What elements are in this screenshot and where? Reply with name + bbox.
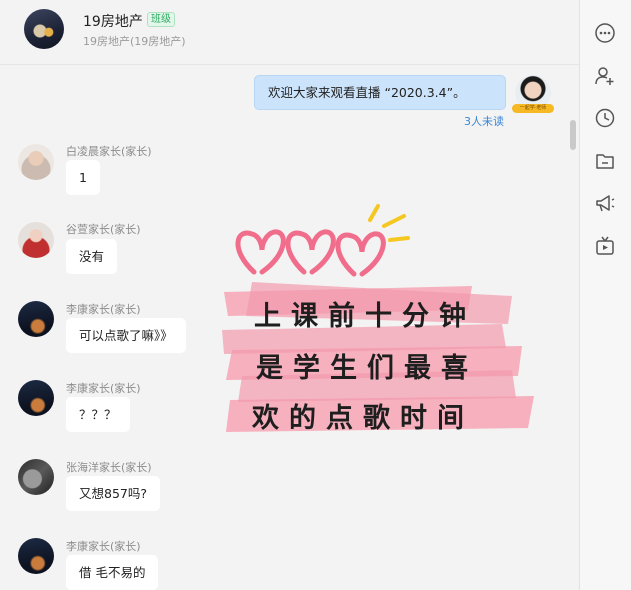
message-bubble[interactable]: 没有 bbox=[66, 239, 118, 274]
group-avatar[interactable] bbox=[24, 9, 64, 49]
sender-name: 李康家长(家长) bbox=[66, 303, 141, 316]
sender-name: 白凌晨家长(家长) bbox=[66, 145, 152, 158]
sticker-text-line: 欢的点歌时间 bbox=[252, 403, 474, 434]
sticker-text-line: 是学生们最喜 bbox=[256, 353, 478, 384]
unread-count-link[interactable]: 3人未读 bbox=[464, 113, 504, 129]
sent-message-bubble[interactable]: 欢迎大家来观看直播 “2020.3.4”。 bbox=[254, 75, 506, 110]
sender-name: 张海洋家长(家长) bbox=[66, 461, 152, 474]
sticker-text-line: 上课前十分钟 bbox=[254, 301, 476, 332]
announcement-icon[interactable] bbox=[594, 192, 616, 214]
message-bubble[interactable]: 1 bbox=[66, 160, 100, 195]
right-sidebar bbox=[579, 0, 631, 590]
chat-scrollbar[interactable] bbox=[570, 120, 576, 150]
add-member-icon[interactable] bbox=[594, 65, 616, 87]
more-icon[interactable] bbox=[594, 22, 616, 44]
avatar[interactable] bbox=[18, 301, 54, 337]
group-subtitle: 19房地产(19房地产) bbox=[83, 35, 186, 48]
message-bubble[interactable]: 可以点歌了嘛》》 bbox=[66, 318, 186, 353]
sender-name: 谷萱家长(家长) bbox=[66, 223, 141, 236]
message-bubble[interactable]: ？？？ bbox=[66, 397, 130, 432]
avatar[interactable] bbox=[18, 222, 54, 258]
history-icon[interactable] bbox=[594, 107, 616, 129]
sender-name: 李康家长(家长) bbox=[66, 540, 141, 553]
avatar[interactable] bbox=[18, 538, 54, 574]
live-tv-icon[interactable] bbox=[594, 235, 616, 257]
message-bubble[interactable]: 又想857吗? bbox=[66, 476, 160, 511]
sender-name: 李康家长(家长) bbox=[66, 382, 141, 395]
folder-icon[interactable] bbox=[594, 150, 616, 172]
group-name[interactable]: 19房地产 bbox=[83, 11, 143, 31]
teacher-avatar-tag: 一起学·老师 bbox=[512, 104, 554, 113]
sticker-image[interactable]: 上课前十分钟 是学生们最喜 欢的点歌时间 bbox=[222, 200, 540, 440]
class-badge: 班级 bbox=[147, 12, 175, 27]
avatar[interactable] bbox=[18, 144, 54, 180]
message-bubble[interactable]: 借 毛不易的 bbox=[66, 555, 159, 590]
chat-header: 19房地产 班级 19房地产(19房地产) bbox=[0, 0, 579, 65]
avatar[interactable] bbox=[18, 380, 54, 416]
avatar[interactable] bbox=[18, 459, 54, 495]
